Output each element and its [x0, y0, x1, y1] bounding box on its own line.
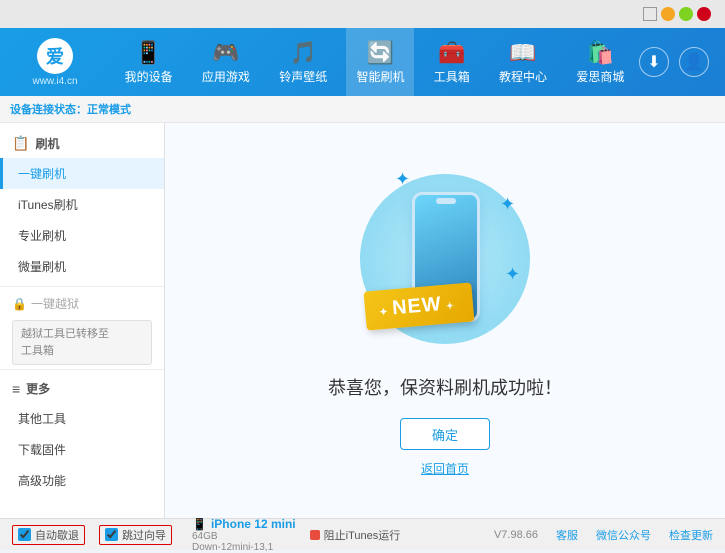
success-message: 恭喜您，保资料刷机成功啦！ [328, 374, 562, 400]
wechat-public-link[interactable]: 微信公众号 [596, 527, 651, 543]
sidebar-section-more: ≡ 更多 [0, 374, 164, 403]
logo-icon: 爱 [37, 38, 73, 74]
device-icon: 📱 [192, 517, 207, 531]
device-name: iPhone 12 mini [211, 517, 296, 531]
download-firmware-label: 下载固件 [18, 441, 66, 458]
skip-wizard-input[interactable] [105, 528, 118, 541]
one-click-flash-label: 一键刷机 [18, 165, 66, 182]
device-storage: 64GB [192, 531, 296, 542]
sidebar-jailbreak-section: 🔒 一键越狱 [0, 291, 164, 316]
apps-games-icon: 🎮 [212, 40, 239, 66]
nav-my-device[interactable]: 📱 我的设备 [115, 28, 183, 96]
phone-notch [436, 198, 456, 204]
lock-icon: 🔒 [12, 297, 27, 311]
bottom-bar-left: 自动歇退 跳过向导 📱 iPhone 12 mini 64GB Down-12m… [12, 517, 480, 553]
sidebar-item-one-click-flash[interactable]: 一键刷机 [0, 158, 164, 189]
status-prefix: 设备连接状态： [10, 104, 87, 116]
more-section-title: 更多 [26, 380, 50, 397]
sidebar-item-other-tools[interactable]: 其他工具 [0, 403, 164, 434]
device-firmware: Down-12mini-13,1 [192, 542, 296, 553]
nav-store-label: 爱思商城 [576, 68, 624, 85]
content-area: ✦ ✦ ✦ NEW 恭喜您，保资料刷机成功啦！ 确定 返回首页 [165, 123, 725, 518]
customer-service-link[interactable]: 客服 [556, 527, 578, 543]
nav-apps-games[interactable]: 🎮 应用游戏 [192, 28, 260, 96]
device-info: 📱 iPhone 12 mini 64GB Down-12mini-13,1 [192, 517, 296, 553]
window-minimize-btn[interactable] [661, 7, 675, 21]
nav-store[interactable]: 🛍️ 爱思商城 [566, 28, 634, 96]
my-device-icon: 📱 [135, 40, 162, 66]
sidebar-item-download-firmware[interactable]: 下载固件 [0, 434, 164, 465]
tutorials-icon: 📖 [509, 40, 536, 66]
back-home-link[interactable]: 返回首页 [421, 460, 469, 477]
main-layout: 📋 刷机 一键刷机 iTunes刷机 专业刷机 微量刷机 🔒 一键越狱 越狱工具… [0, 123, 725, 518]
sparkle-2: ✦ [500, 194, 515, 215]
jailbreak-label: 一键越狱 [31, 295, 79, 312]
other-tools-label: 其他工具 [18, 410, 66, 427]
auto-dismiss-checkbox[interactable]: 自动歇退 [12, 525, 85, 545]
window-maximize-btn[interactable] [679, 7, 693, 21]
logo-site: www.i4.cn [32, 76, 77, 87]
sparkle-1: ✦ [395, 169, 410, 190]
sidebar-item-itunes-flash[interactable]: iTunes刷机 [0, 189, 164, 220]
bottom-bar-right: V7.98.66 客服 微信公众号 检查更新 [494, 527, 713, 543]
sidebar-divider-1 [0, 286, 164, 287]
itunes-status-label: 阻止iTunes运行 [324, 527, 401, 543]
skip-wizard-label: 跳过向导 [122, 527, 166, 543]
nav-tutorials[interactable]: 📖 教程中心 [489, 28, 557, 96]
title-bar [0, 0, 725, 28]
window-close-btn[interactable] [697, 7, 711, 21]
download-btn[interactable]: ⬇ [639, 47, 669, 77]
flash-section-icon: 📋 [12, 135, 29, 152]
window-restore-btn[interactable] [643, 7, 657, 21]
header: 爱 www.i4.cn 📱 我的设备 🎮 应用游戏 🎵 铃声壁纸 🔄 智能刷机 … [0, 28, 725, 96]
sidebar-item-data-save-flash[interactable]: 微量刷机 [0, 251, 164, 282]
device-name-row: 📱 iPhone 12 mini [192, 517, 296, 531]
nav-smart-flash[interactable]: 🔄 智能刷机 [346, 28, 414, 96]
logo-area: 爱 www.i4.cn [0, 38, 110, 87]
phone-illustration: ✦ ✦ ✦ NEW [345, 164, 545, 354]
more-section-icon: ≡ [12, 381, 20, 397]
version-label: V7.98.66 [494, 529, 538, 541]
toolbox-icon: 🧰 [438, 40, 465, 66]
auto-dismiss-label: 自动歇退 [35, 527, 79, 543]
jailbreak-note-text: 越狱工具已转移至工具箱 [21, 328, 109, 357]
nav-tutorials-label: 教程中心 [499, 68, 547, 85]
nav-ringtones-label: 铃声壁纸 [279, 68, 327, 85]
stop-icon [310, 530, 320, 540]
sidebar-section-flash: 📋 刷机 [0, 129, 164, 158]
nav-apps-games-label: 应用游戏 [202, 68, 250, 85]
nav-bar: 📱 我的设备 🎮 应用游戏 🎵 铃声壁纸 🔄 智能刷机 🧰 工具箱 📖 教程中心… [110, 28, 639, 96]
auto-dismiss-input[interactable] [18, 528, 31, 541]
confirm-button[interactable]: 确定 [400, 418, 490, 450]
itunes-flash-label: iTunes刷机 [18, 196, 78, 213]
status-value: 正常模式 [87, 104, 131, 116]
check-update-link[interactable]: 检查更新 [669, 527, 713, 543]
nav-toolbox[interactable]: 🧰 工具箱 [424, 28, 480, 96]
advanced-label: 高级功能 [18, 472, 66, 489]
header-right: ⬇ 👤 [639, 47, 725, 77]
skip-wizard-checkbox[interactable]: 跳过向导 [99, 525, 172, 545]
data-save-flash-label: 微量刷机 [18, 258, 66, 275]
pro-flash-label: 专业刷机 [18, 227, 66, 244]
flash-section-title: 刷机 [35, 135, 59, 152]
sparkle-3: ✦ [505, 264, 520, 285]
nav-toolbox-label: 工具箱 [434, 68, 470, 85]
user-btn[interactable]: 👤 [679, 47, 709, 77]
itunes-status: 阻止iTunes运行 [310, 527, 401, 543]
sidebar-item-advanced[interactable]: 高级功能 [0, 465, 164, 496]
confirm-btn-label: 确定 [432, 425, 458, 444]
ringtones-icon: 🎵 [289, 40, 316, 66]
nav-smart-flash-label: 智能刷机 [356, 68, 404, 85]
nav-ringtones[interactable]: 🎵 铃声壁纸 [269, 28, 337, 96]
jailbreak-note: 越狱工具已转移至工具箱 [12, 320, 152, 365]
smart-flash-icon: 🔄 [367, 40, 394, 66]
sidebar-item-pro-flash[interactable]: 专业刷机 [0, 220, 164, 251]
device-status-bar: 设备连接状态：正常模式 [0, 96, 725, 123]
sidebar-divider-2 [0, 369, 164, 370]
nav-my-device-label: 我的设备 [125, 68, 173, 85]
store-icon: 🛍️ [587, 40, 614, 66]
sidebar: 📋 刷机 一键刷机 iTunes刷机 专业刷机 微量刷机 🔒 一键越狱 越狱工具… [0, 123, 165, 518]
